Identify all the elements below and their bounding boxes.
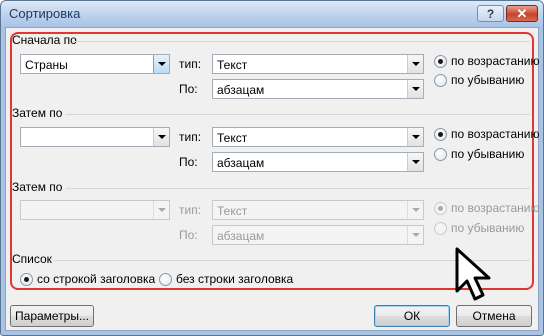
level2-ascending-label[interactable]: по возрастанию: [451, 127, 540, 141]
level1-separator: [72, 41, 530, 42]
options-button[interactable]: Параметры...: [10, 305, 94, 327]
chevron-down-icon[interactable]: [407, 153, 423, 171]
level1-by-label: По:: [179, 82, 198, 96]
close-icon: ✕: [516, 5, 528, 21]
cancel-button-label: Отмена: [472, 309, 516, 323]
sort-dialog: Сортировка ? ✕ Сначала по Страны тип: Те…: [0, 0, 544, 336]
level3-type-label: тип:: [179, 203, 202, 217]
level3-descending-radio[interactable]: [434, 222, 447, 235]
level1-ascending-radio[interactable]: [434, 55, 447, 68]
help-icon: ?: [486, 6, 495, 21]
ok-button[interactable]: ОК: [374, 305, 450, 327]
level1-descending-radio[interactable]: [434, 74, 447, 87]
level3-separator: [66, 188, 530, 189]
level3-ascending-label[interactable]: по возрастанию: [451, 201, 540, 215]
level1-by-value: абзацам: [217, 83, 265, 97]
level3-type-select[interactable]: Текст: [212, 200, 424, 220]
chevron-down-icon[interactable]: [407, 55, 423, 73]
level1-column-select[interactable]: Страны: [20, 54, 170, 74]
chevron-down-icon[interactable]: [407, 226, 423, 244]
level1-ascending-label[interactable]: по возрастанию: [451, 54, 540, 68]
chevron-down-icon[interactable]: [153, 201, 169, 219]
level2-descending-label[interactable]: по убыванию: [451, 147, 524, 161]
help-button[interactable]: ?: [477, 5, 504, 22]
level1-type-value: Текст: [217, 58, 248, 72]
level2-descending-radio[interactable]: [434, 148, 447, 161]
level2-by-select[interactable]: абзацам: [212, 152, 424, 172]
with-header-label[interactable]: со строкой заголовка: [37, 272, 155, 286]
chevron-down-icon[interactable]: [153, 128, 169, 146]
cancel-button[interactable]: Отмена: [456, 305, 532, 327]
chevron-down-icon[interactable]: [407, 201, 423, 219]
level2-by-label: По:: [179, 155, 198, 169]
level3-by-select[interactable]: абзацам: [212, 225, 424, 245]
level3-descending-label[interactable]: по убыванию: [451, 221, 524, 235]
level1-heading: Сначала по: [12, 33, 77, 47]
without-header-radio[interactable]: [159, 273, 172, 286]
dialog-title: Сортировка: [9, 6, 81, 21]
level2-by-value: абзацам: [217, 156, 265, 170]
level3-column-select[interactable]: [20, 200, 170, 220]
chevron-down-icon[interactable]: [407, 128, 423, 146]
level3-type-value: Текст: [217, 204, 248, 218]
level3-by-label: По:: [179, 228, 198, 242]
level2-heading: Затем по: [12, 106, 63, 120]
level1-type-select[interactable]: Текст: [212, 54, 424, 74]
level3-heading: Затем по: [12, 180, 63, 194]
level2-column-select[interactable]: [20, 127, 170, 147]
level3-ascending-radio[interactable]: [434, 202, 447, 215]
mouse-pointer-icon: [455, 247, 491, 301]
title-bar[interactable]: Сортировка ? ✕: [1, 1, 543, 27]
level2-type-select[interactable]: Текст: [212, 127, 424, 147]
level2-type-value: Текст: [217, 131, 248, 145]
list-heading: Список: [12, 252, 52, 266]
options-button-label: Параметры...: [15, 309, 89, 323]
level1-by-select[interactable]: абзацам: [212, 79, 424, 99]
level1-type-label: тип:: [179, 57, 202, 71]
level1-descending-label[interactable]: по убыванию: [451, 73, 524, 87]
level2-type-label: тип:: [179, 130, 202, 144]
with-header-radio[interactable]: [20, 273, 33, 286]
without-header-label[interactable]: без строки заголовка: [176, 272, 293, 286]
chevron-down-icon[interactable]: [407, 80, 423, 98]
level1-column-value: Страны: [25, 58, 68, 72]
level2-separator: [66, 114, 530, 115]
chevron-down-icon[interactable]: [153, 55, 169, 73]
level2-ascending-radio[interactable]: [434, 128, 447, 141]
ok-button-label: ОК: [403, 309, 421, 323]
close-button[interactable]: ✕: [506, 5, 538, 22]
level3-by-value: абзацам: [217, 229, 265, 243]
